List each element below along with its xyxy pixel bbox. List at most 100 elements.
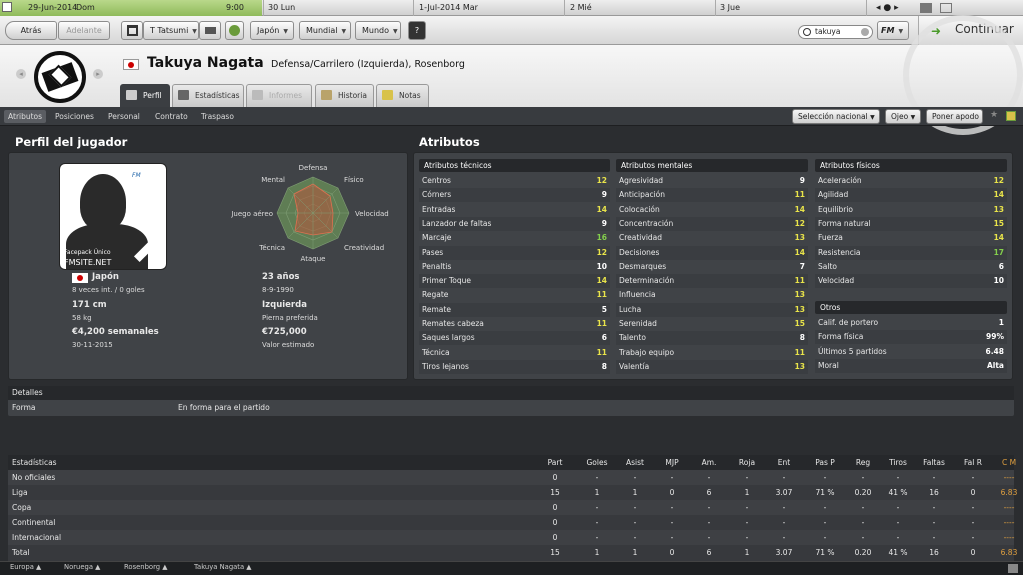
attribute-row[interactable]: Valentía 13 <box>616 359 808 374</box>
attribute-row[interactable]: Córners 9 <box>419 188 610 203</box>
attribute-row[interactable]: Entradas 14 <box>419 203 610 217</box>
scout-menu[interactable]: Ojeo ▼ <box>885 109 921 124</box>
attribute-row[interactable]: Tiros lejanos 8 <box>419 359 610 374</box>
attribute-row[interactable]: Influencia 13 <box>616 288 808 302</box>
clear-search-icon[interactable] <box>861 28 869 36</box>
stats-row[interactable]: Internacional 0- - - - - - - - - - - ---- <box>8 530 1014 545</box>
forward-button[interactable]: Adelante <box>58 21 110 40</box>
stats-column-header[interactable]: Asist <box>620 455 650 470</box>
date-day-1[interactable]: 30 Lun <box>268 3 295 12</box>
stats-row[interactable]: Liga 15 1 1 0 6 1 3.07 71 % 0.20 41 % 16 0 6.83 <box>8 485 1017 500</box>
stats-column-header[interactable]: Roja <box>732 455 762 470</box>
nickname-button[interactable]: Poner apodo <box>926 109 983 124</box>
attribute-row[interactable]: Lanzador de faltas 9 <box>419 216 610 231</box>
attribute-row[interactable]: Agilidad 14 <box>815 188 1007 203</box>
fm-menu[interactable]: FM ▼ <box>877 21 909 40</box>
attribute-row[interactable]: Resistencia 17 <box>815 245 1007 260</box>
attribute-row[interactable]: Anticipación 11 <box>616 188 808 203</box>
attribute-row[interactable]: Técnica 11 <box>419 346 610 360</box>
breadcrumb-europa[interactable]: Europa ▲ <box>10 563 41 571</box>
subnav-traspaso[interactable]: Traspaso <box>197 110 238 123</box>
attribute-row[interactable]: Trabajo equipo 11 <box>616 346 808 360</box>
calendar-icon[interactable] <box>2 2 12 12</box>
stats-column-header[interactable]: Tiros <box>883 455 913 470</box>
attribute-row[interactable]: Marcaje 16 <box>419 231 610 245</box>
date-nav-controls[interactable]: ◂ ● ▸ <box>876 3 899 13</box>
attribute-row[interactable]: Creatividad 13 <box>616 231 808 245</box>
window-icon[interactable] <box>920 3 932 13</box>
attribute-row[interactable]: Forma natural 15 <box>815 216 1007 231</box>
attribute-row[interactable]: Saques largos 6 <box>419 331 610 346</box>
manager-menu[interactable]: T Tatsumi ▼ <box>143 21 199 40</box>
stats-column-header[interactable]: C M <box>994 455 1023 470</box>
attribute-row[interactable]: Forma física 99% <box>815 330 1007 345</box>
subnav-contrato[interactable]: Contrato <box>151 110 192 123</box>
tab-estadisticas[interactable]: Estadísticas <box>172 84 244 107</box>
date-day-2[interactable]: 1-Jul-2014 Mar <box>419 3 478 12</box>
attribute-row[interactable]: Calif. de portero 1 <box>815 316 1007 330</box>
attribute-row[interactable]: Agresividad 9 <box>616 174 808 188</box>
status-icon[interactable] <box>1008 564 1018 573</box>
national-selection-menu[interactable]: Selección nacional ▼ <box>792 109 880 124</box>
subnav-posiciones[interactable]: Posiciones <box>51 110 98 123</box>
attribute-row[interactable]: Moral Alta <box>815 358 1007 373</box>
star-icon[interactable]: ★ <box>990 110 998 120</box>
attribute-row[interactable]: Fuerza 14 <box>815 231 1007 245</box>
attribute-row[interactable]: Últimos 5 partidos 6.48 <box>815 345 1007 359</box>
search-input[interactable]: takuya <box>815 27 840 36</box>
previous-player-icon[interactable]: ◂ <box>16 69 26 79</box>
maximize-icon[interactable] <box>940 3 952 13</box>
stats-row[interactable]: Copa 0- - - - - - - - - - - ---- <box>8 500 1014 515</box>
stats-column-header[interactable]: Ent <box>769 455 799 470</box>
world-menu[interactable]: Mundo ▼ <box>355 21 401 40</box>
breadcrumb-player[interactable]: Takuya Nagata ▲ <box>194 563 252 571</box>
attribute-row[interactable]: Remates cabeza 11 <box>419 317 610 331</box>
attribute-row[interactable]: Talento 8 <box>616 331 808 346</box>
search-box[interactable]: takuya <box>798 25 873 39</box>
stats-column-header[interactable]: Goles <box>582 455 612 470</box>
attribute-row[interactable]: Equilibrio 13 <box>815 203 1007 217</box>
stats-column-header[interactable]: Am. <box>694 455 724 470</box>
nationality[interactable]: Japón <box>92 272 119 282</box>
stats-column-header[interactable]: Part <box>540 455 570 470</box>
club-badge[interactable] <box>34 51 86 103</box>
attribute-row[interactable]: Serenidad 15 <box>616 317 808 331</box>
date-day-3[interactable]: 2 Mié <box>570 3 592 12</box>
attribute-row[interactable]: Penaltis 10 <box>419 260 610 274</box>
attribute-row[interactable]: Colocación 14 <box>616 203 808 217</box>
attribute-row[interactable]: Remate 5 <box>419 302 610 317</box>
next-player-icon[interactable]: ▸ <box>93 69 103 79</box>
competition-menu[interactable]: Mundial ▼ <box>299 21 351 40</box>
subnav-atributos[interactable]: Atributos <box>4 110 47 123</box>
attribute-row[interactable]: Salto 6 <box>815 260 1007 274</box>
attribute-row[interactable]: Primer Toque 14 <box>419 274 610 289</box>
notification-button[interactable] <box>225 21 244 40</box>
stats-column-header[interactable]: Faltas <box>919 455 949 470</box>
attribute-row[interactable]: Aceleración 12 <box>815 174 1007 188</box>
attribute-row[interactable]: Centros 12 <box>419 174 610 188</box>
stats-column-header[interactable]: Estadísticas <box>12 455 212 470</box>
attribute-row[interactable]: Pases 12 <box>419 245 610 260</box>
attribute-row[interactable]: Decisiones 14 <box>616 245 808 260</box>
stats-row[interactable]: No oficiales 0- - - - - - - - - - - ---- <box>8 470 1014 485</box>
home-button[interactable] <box>121 21 143 40</box>
stats-column-header[interactable]: Pas P <box>808 455 842 470</box>
breadcrumb-noruega[interactable]: Noruega ▲ <box>64 563 100 571</box>
help-button[interactable]: ? <box>408 21 426 40</box>
subnav-personal[interactable]: Personal <box>104 110 144 123</box>
tab-informes[interactable]: Informes <box>246 84 312 107</box>
back-button[interactable]: Atrás <box>5 21 57 40</box>
stats-row[interactable]: Total 15 1 1 0 6 1 3.07 71 % 0.20 41 % 16 0 6.83 <box>8 545 1017 560</box>
attribute-row[interactable]: Velocidad 10 <box>815 274 1007 289</box>
stats-column-header[interactable]: Reg <box>848 455 878 470</box>
tab-notas[interactable]: Notas <box>376 84 429 107</box>
nation-menu[interactable]: Japón ▼ <box>250 21 294 40</box>
tab-perfil[interactable]: Perfil <box>120 84 170 107</box>
inbox-button[interactable] <box>199 21 221 40</box>
stats-column-header[interactable]: MJP <box>657 455 687 470</box>
attribute-row[interactable]: Concentración 12 <box>616 216 808 231</box>
breadcrumb-rosenborg[interactable]: Rosenborg ▲ <box>124 563 167 571</box>
stats-row[interactable]: Continental 0- - - - - - - - - - - ---- <box>8 515 1014 530</box>
attribute-row[interactable]: Desmarques 7 <box>616 260 808 274</box>
attribute-row[interactable]: Regate 11 <box>419 288 610 302</box>
